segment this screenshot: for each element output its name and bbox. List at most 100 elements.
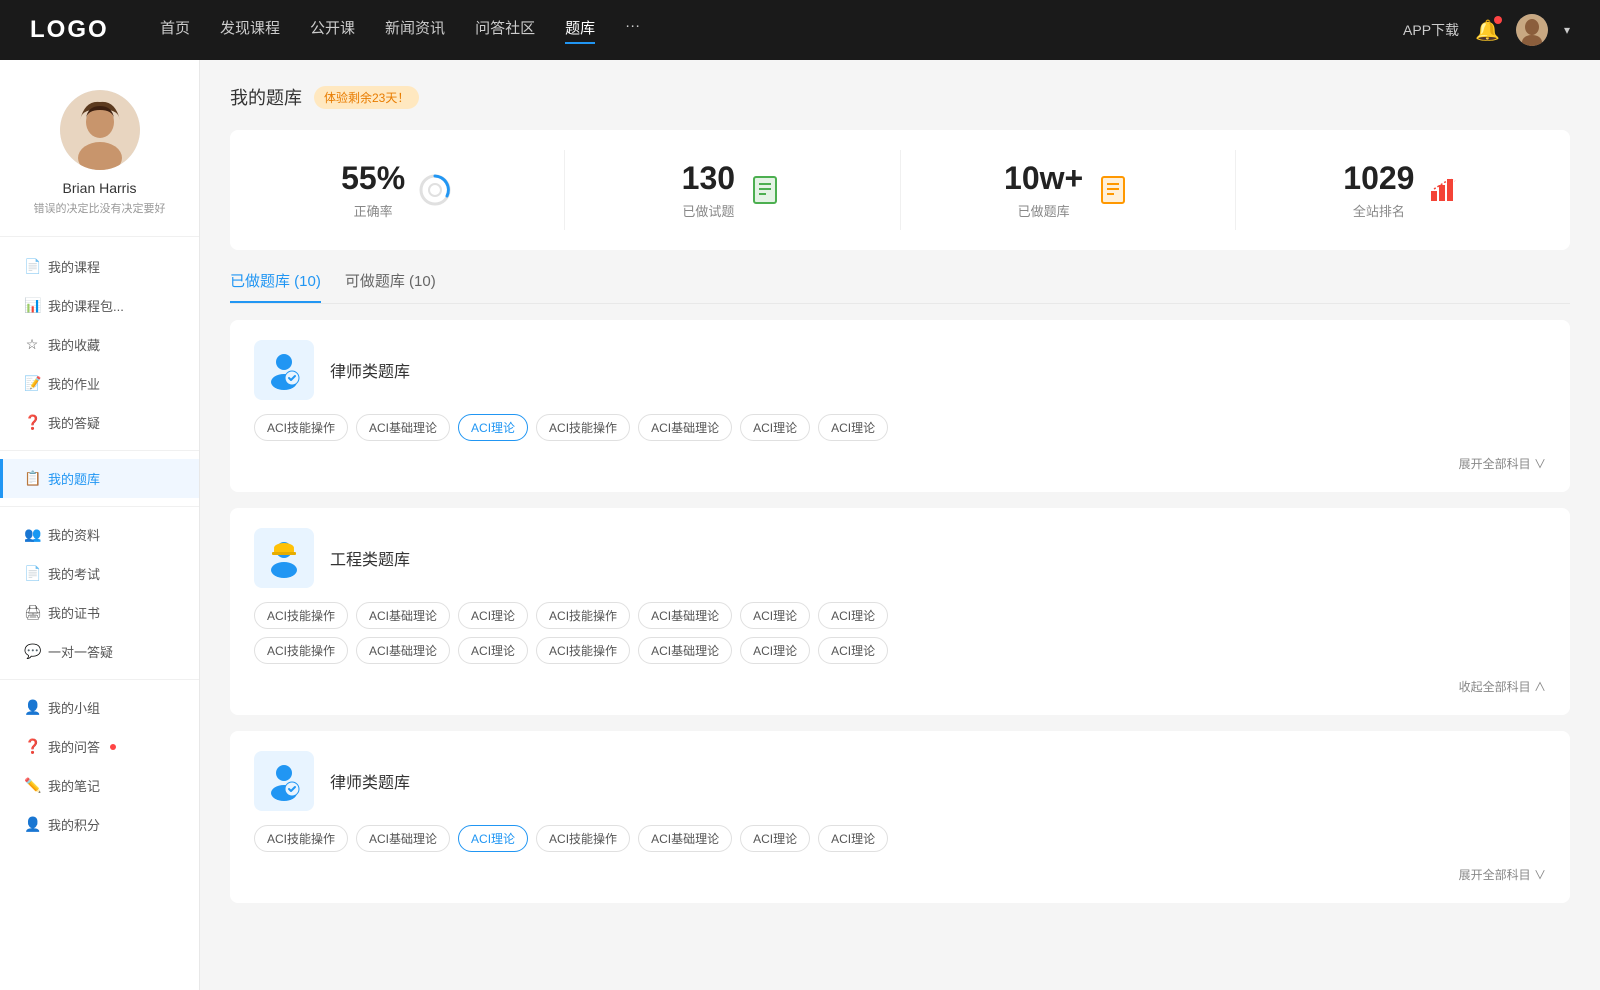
star-icon: ☆ [24,336,40,353]
tag-l2-1[interactable]: ACI基础理论 [356,825,450,852]
homework-icon: 📝 [24,375,40,392]
tag-l1-2[interactable]: ACI理论 [458,414,528,441]
tag-l2-4[interactable]: ACI基础理论 [638,825,732,852]
lawyer-bank-icon-2 [254,751,314,811]
tag-l2-2[interactable]: ACI理论 [458,825,528,852]
questions-icon [747,172,783,208]
notification-bell[interactable]: 🔔 [1475,18,1500,43]
sidebar-label-myqa: 我的问答 [48,737,100,756]
stat-rank: 1029 全站排名 [1236,150,1570,230]
tag-l1-1[interactable]: ACI基础理论 [356,414,450,441]
expand-lawyer-2[interactable]: 展开全部科目 ∨ [254,860,1546,883]
sidebar-label-favorites: 我的收藏 [48,335,100,354]
sidebar-label-exam: 我的考试 [48,564,100,583]
sidebar-menu: 📄 我的课程 📊 我的课程包... ☆ 我的收藏 📝 我的作业 ❓ 我的答疑 � [0,247,199,844]
tag-l2-5[interactable]: ACI理论 [740,825,810,852]
tag-e-r2-1[interactable]: ACI基础理论 [356,637,450,664]
tag-e-r1-4[interactable]: ACI基础理论 [638,602,732,629]
sidebar-item-homework[interactable]: 📝 我的作业 [0,364,199,403]
tag-e-r1-2[interactable]: ACI理论 [458,602,528,629]
tag-e-r2-2[interactable]: ACI理论 [458,637,528,664]
banks-label: 已做题库 [1004,201,1083,220]
sidebar-label-qa: 我的答疑 [48,413,100,432]
sidebar-item-group[interactable]: 👤 我的小组 [0,688,199,727]
nav-qa[interactable]: 问答社区 [475,17,535,44]
tag-e-r1-1[interactable]: ACI基础理论 [356,602,450,629]
app-download-btn[interactable]: APP下载 [1403,20,1459,40]
profile-icon: 👥 [24,526,40,543]
nav-discover[interactable]: 发现课程 [220,17,280,44]
sidebar-item-oneone[interactable]: 💬 一对一答疑 [0,632,199,671]
tag-l1-4[interactable]: ACI基础理论 [638,414,732,441]
tag-e-r2-6[interactable]: ACI理论 [818,637,888,664]
notes-icon: ✏️ [24,777,40,794]
sidebar-item-certificate[interactable]: 🖨 我的证书 [0,593,199,632]
group-icon: 👤 [24,699,40,716]
tag-e-r1-6[interactable]: ACI理论 [818,602,888,629]
sidebar-item-notes[interactable]: ✏️ 我的笔记 [0,766,199,805]
sidebar-label-packages: 我的课程包... [48,296,124,315]
bank-card-engineer: 工程类题库 ACI技能操作 ACI基础理论 ACI理论 ACI技能操作 ACI基… [230,508,1570,715]
lawyer-tags-row-2: ACI技能操作 ACI基础理论 ACI理论 ACI技能操作 ACI基础理论 AC… [254,825,1546,852]
sidebar-item-exam[interactable]: 📄 我的考试 [0,554,199,593]
stat-banks: 10w+ 已做题库 [901,150,1236,230]
tag-l1-6[interactable]: ACI理论 [818,414,888,441]
sidebar-item-favorites[interactable]: ☆ 我的收藏 [0,325,199,364]
nav-menu: 首页 发现课程 公开课 新闻资讯 问答社区 题库 ··· [160,17,1403,44]
user-name: Brian Harris [20,180,179,196]
nav-opencourse[interactable]: 公开课 [310,17,355,44]
nav-more[interactable]: ··· [625,17,640,44]
lawyer-bank-title-2: 律师类题库 [330,769,410,793]
bank-card-lawyer-2: 律师类题库 ACI技能操作 ACI基础理论 ACI理论 ACI技能操作 ACI基… [230,731,1570,903]
chat-icon: 💬 [24,643,40,660]
sidebar-item-packages[interactable]: 📊 我的课程包... [0,286,199,325]
sidebar-item-profile[interactable]: 👥 我的资料 [0,515,199,554]
rank-icon [1426,172,1462,208]
navbar-right: APP下载 🔔 ▾ [1403,14,1570,46]
sidebar-item-courses[interactable]: 📄 我的课程 [0,247,199,286]
notification-badge [1494,16,1502,24]
points-icon: 👤 [24,816,40,833]
nav-home[interactable]: 首页 [160,17,190,44]
tag-l2-6[interactable]: ACI理论 [818,825,888,852]
tag-l1-5[interactable]: ACI理论 [740,414,810,441]
tag-e-r2-3[interactable]: ACI技能操作 [536,637,630,664]
expand-lawyer-1[interactable]: 展开全部科目 ∨ [254,449,1546,472]
stats-bar: 55% 正确率 130 已做试题 [230,130,1570,250]
tag-e-r2-4[interactable]: ACI基础理论 [638,637,732,664]
tag-l1-0[interactable]: ACI技能操作 [254,414,348,441]
tag-l2-0[interactable]: ACI技能操作 [254,825,348,852]
tab-available[interactable]: 可做题库 (10) [345,270,436,303]
engineer-bank-title: 工程类题库 [330,546,410,570]
tab-done[interactable]: 已做题库 (10) [230,270,321,303]
layout: Brian Harris 错误的决定比没有决定要好 📄 我的课程 📊 我的课程包… [0,60,1600,990]
course-icon: 📄 [24,258,40,275]
tag-e-r1-0[interactable]: ACI技能操作 [254,602,348,629]
user-avatar-nav[interactable] [1516,14,1548,46]
myqa-icon: ❓ [24,738,40,755]
tag-l2-3[interactable]: ACI技能操作 [536,825,630,852]
engineer-tags-row-1: ACI技能操作 ACI基础理论 ACI理论 ACI技能操作 ACI基础理论 AC… [254,602,1546,629]
tag-e-r2-5[interactable]: ACI理论 [740,637,810,664]
tag-e-r2-0[interactable]: ACI技能操作 [254,637,348,664]
stat-questions: 130 已做试题 [565,150,900,230]
sidebar-item-points[interactable]: 👤 我的积分 [0,805,199,844]
nav-bank[interactable]: 题库 [565,17,595,44]
tag-e-r1-5[interactable]: ACI理论 [740,602,810,629]
logo[interactable]: LOGO [30,16,110,44]
nav-news[interactable]: 新闻资讯 [385,17,445,44]
divider-3 [0,679,199,680]
sidebar-item-questionbank[interactable]: 📋 我的题库 [0,459,199,498]
collapse-engineer[interactable]: 收起全部科目 ∧ [254,672,1546,695]
tag-l1-3[interactable]: ACI技能操作 [536,414,630,441]
sidebar-item-qa[interactable]: ❓ 我的答疑 [0,403,199,442]
user-menu-chevron[interactable]: ▾ [1564,23,1570,37]
sidebar-label-homework: 我的作业 [48,374,100,393]
tag-e-r1-3[interactable]: ACI技能操作 [536,602,630,629]
sidebar-label-questionbank: 我的题库 [48,469,100,488]
sidebar-item-myqa[interactable]: ❓ 我的问答 [0,727,199,766]
cert-icon: 🖨 [24,604,40,621]
lawyer-bank-icon-1 [254,340,314,400]
navbar: LOGO 首页 发现课程 公开课 新闻资讯 问答社区 题库 ··· APP下载 … [0,0,1600,60]
page-header: 我的题库 体验剩余23天！ [230,84,1570,110]
